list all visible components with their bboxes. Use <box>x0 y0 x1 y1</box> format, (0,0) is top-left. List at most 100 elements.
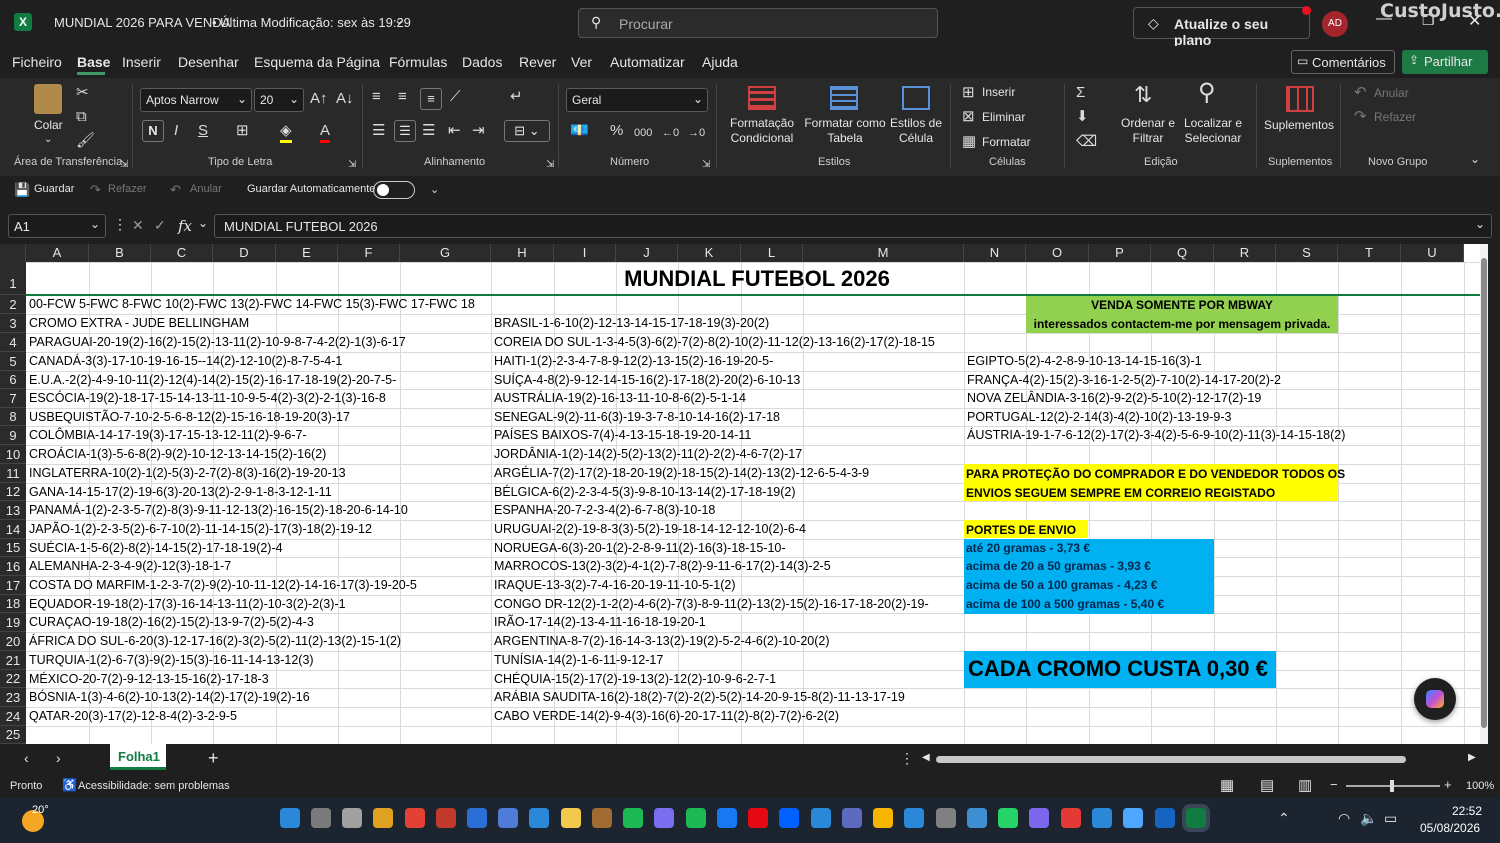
insert-function-icon[interactable]: fx <box>178 217 192 235</box>
shipping-price[interactable]: acima de 100 a 500 gramas - 5,40 € <box>966 595 1164 613</box>
font-size-select[interactable]: 20 ⌄ <box>254 88 304 112</box>
row-header-13[interactable]: 13 <box>0 501 26 520</box>
row-header-24[interactable]: 24 <box>0 707 26 726</box>
taskbar-app-icon[interactable] <box>498 808 518 828</box>
redo-button[interactable]: Refazer <box>108 183 147 195</box>
taskbar-app-icon[interactable] <box>373 808 393 828</box>
last-modified[interactable]: • Última Modificação: sex às 19:29 <box>212 15 411 30</box>
cell-a[interactable]: TURQUIA-1(2)-6-7(3)-9(2)-15(3)-16-11-14-… <box>29 651 314 669</box>
prev-sheet-icon[interactable]: ‹ <box>24 750 29 766</box>
orientation-icon[interactable]: ⟋ <box>450 88 461 106</box>
cell-h[interactable]: ESPANHA-20-7-2-3-4(2)-6-7-8(3)-10-18 <box>494 501 715 519</box>
cell-h[interactable]: PAÍSES BAIXOS-7(4)-4-13-15-18-19-20-14-1… <box>494 426 751 444</box>
row-header-5[interactable]: 5 <box>0 352 26 371</box>
taskbar-app-icon[interactable] <box>936 808 956 828</box>
sheet-tab-folha1[interactable]: Folha1 <box>110 744 166 770</box>
decrease-font-icon[interactable]: A↓ <box>336 90 354 108</box>
collapse-ribbon-icon[interactable]: ⌄ <box>1470 150 1480 168</box>
fill-color-icon[interactable]: ◈ <box>280 122 292 143</box>
vertical-scrollbar[interactable] <box>1480 244 1488 744</box>
scroll-thumb[interactable] <box>1481 258 1487 728</box>
cell-h[interactable]: JORDÂNIA-1(2)-14(2)-5(2)-13(2)-11(2)-2(2… <box>494 445 802 463</box>
cell-a[interactable]: QATAR-20(3)-17(2)-12-8-4(2)-3-2-9-5 <box>29 707 237 725</box>
cell-a[interactable]: CANADÁ-3(3)-17-10-19-16-15--14(2)-12-10(… <box>29 352 342 370</box>
upgrade-plan-button[interactable]: ◇ Atualize o seu plano <box>1133 7 1310 48</box>
align-top-icon[interactable]: ≡ <box>372 88 381 106</box>
column-header-h[interactable]: H <box>491 244 554 262</box>
more-sheets-icon[interactable]: ⋮ <box>900 750 914 767</box>
row-header-4[interactable]: 4 <box>0 333 26 352</box>
cell-a[interactable]: COSTA DO MARFIM-1-2-3-7(2)-9(2)-10-11-12… <box>29 576 417 594</box>
cell-h[interactable]: CABO VERDE-14(2)-9-4(3)-16(6)-20-17-11(2… <box>494 707 839 725</box>
tray-chevron-icon[interactable]: ⌃ <box>1278 810 1290 827</box>
find-select-button[interactable]: Localizar e Selecionar <box>1178 116 1248 146</box>
clear-icon[interactable]: ⌫ <box>1076 133 1097 151</box>
taskbar-app-icon[interactable] <box>686 808 706 828</box>
taskbar-app-icon[interactable] <box>779 808 799 828</box>
more-options-icon[interactable]: ⋮ <box>113 216 127 233</box>
format-cells-button[interactable]: Formatar <box>982 135 1031 149</box>
accessibility-icon[interactable]: ♿ <box>62 778 77 792</box>
shipping-price[interactable]: até 20 gramas - 3,73 € <box>966 539 1090 557</box>
cell-a[interactable]: SUÉCIA-1-5-6(2)-8(2)-14-15(2)-17-18-19(2… <box>29 539 283 557</box>
cell-a[interactable]: CROÁCIA-1(3)-5-6-8(2)-9(2)-10-12-13-14-1… <box>29 445 326 463</box>
taskbar-app-icon[interactable] <box>654 808 674 828</box>
menu-ajuda[interactable]: Ajuda <box>702 54 738 70</box>
cell-n[interactable]: PORTUGAL-12(2)-2-14(3)-4(2)-10(2)-13-19-… <box>967 408 1231 426</box>
menu-automatizar[interactable]: Automatizar <box>610 54 685 70</box>
cell-a[interactable]: USBEQUISTÃO-7-10-2-5-6-8-12(2)-15-16-18-… <box>29 408 350 426</box>
cell-a[interactable]: E.U.A.-2(2)-4-9-10-11(2)-12(4)-14(2)-15(… <box>29 371 396 389</box>
cell-a[interactable]: ÁFRICA DO SUL-6-20(3)-12-17-16(2)-3(2)-5… <box>29 632 401 650</box>
menu-formulas[interactable]: Fórmulas <box>389 54 447 70</box>
cell-a[interactable]: INGLATERRA-10(2)-1(2)-5(3)-2-7(2)-8(3)-1… <box>29 464 346 482</box>
cell-h[interactable]: COREIA DO SUL-1-3-4-5(3)-6(2)-7(2)-8(2)-… <box>494 333 935 351</box>
delete-cells-icon[interactable]: ⊠ <box>962 108 975 126</box>
column-header-g[interactable]: G <box>400 244 491 262</box>
cell-h[interactable]: ARGÉLIA-7(2)-17(2)-18-20-19(2)-18-15(2)-… <box>494 464 869 482</box>
page-layout-icon[interactable]: ▤ <box>1260 776 1274 794</box>
row-header-15[interactable]: 15 <box>0 539 26 557</box>
row-header-25[interactable]: 25 <box>0 726 26 744</box>
column-header-t[interactable]: T <box>1338 244 1401 262</box>
cut-icon[interactable]: ✂ <box>76 84 89 102</box>
column-header-j[interactable]: J <box>616 244 678 262</box>
column-header-p[interactable]: P <box>1089 244 1151 262</box>
align-bottom-icon[interactable]: ≡ <box>420 88 442 110</box>
taskbar-app-icon[interactable] <box>1123 808 1143 828</box>
taskbar-app-icon[interactable] <box>311 808 331 828</box>
autosum-icon[interactable]: Σ <box>1076 84 1085 102</box>
paste-icon[interactable] <box>34 84 62 114</box>
cell-styles-button[interactable]: Estilos de Célula <box>886 116 946 146</box>
taskbar-app-icon[interactable] <box>842 808 862 828</box>
column-header-a[interactable]: A <box>26 244 89 262</box>
delete-cells-button[interactable]: Eliminar <box>982 110 1025 124</box>
row-header-19[interactable]: 19 <box>0 613 26 632</box>
format-table-icon[interactable] <box>830 86 858 110</box>
underline-button[interactable]: S <box>198 122 208 140</box>
taskbar-app-icon[interactable] <box>436 808 456 828</box>
column-header-b[interactable]: B <box>89 244 151 262</box>
redo-icon[interactable]: ↷ <box>90 181 101 199</box>
cell-a[interactable]: BÓSNIA-1(3)-4-6(2)-10-13(2)-14(2)-17(2)-… <box>29 688 310 706</box>
column-header-n[interactable]: N <box>964 244 1026 262</box>
dialog-launcher-icon[interactable]: ⇲ <box>348 156 356 174</box>
enter-icon[interactable]: ✓ <box>154 217 166 234</box>
cell-a[interactable]: 00-FCW 5-FWC 8-FWC 10(2)-FWC 13(2)-FWC 1… <box>29 295 475 313</box>
scroll-right-icon[interactable]: ▶ <box>1468 752 1476 763</box>
cell-a[interactable]: CROMO EXTRA - JUDE BELLINGHAM <box>29 314 249 332</box>
protection-line-1[interactable]: PARA PROTEÇÃO DO COMPRADOR E DO VENDEDOR… <box>966 465 1345 483</box>
row-header-16[interactable]: 16 <box>0 557 26 576</box>
menu-esquema[interactable]: Esquema da Página <box>254 54 380 70</box>
column-header-s[interactable]: S <box>1276 244 1338 262</box>
column-header-l[interactable]: L <box>741 244 803 262</box>
menu-ficheiro[interactable]: Ficheiro <box>12 54 62 70</box>
taskbar-app-icon[interactable] <box>717 808 737 828</box>
fill-icon[interactable]: ⬇ <box>1076 108 1089 126</box>
select-all-corner[interactable] <box>0 244 26 262</box>
row-header-8[interactable]: 8 <box>0 408 26 426</box>
scroll-left-icon[interactable]: ◀ <box>922 752 930 763</box>
row-header-7[interactable]: 7 <box>0 389 26 408</box>
cell-n[interactable]: ÁUSTRIA-19-1-7-6-12(2)-17(2)-3-4(2)-5-6-… <box>967 426 1345 444</box>
insert-cells-button[interactable]: Inserir <box>982 85 1015 99</box>
sort-filter-icon[interactable]: ⇅ <box>1134 84 1152 106</box>
